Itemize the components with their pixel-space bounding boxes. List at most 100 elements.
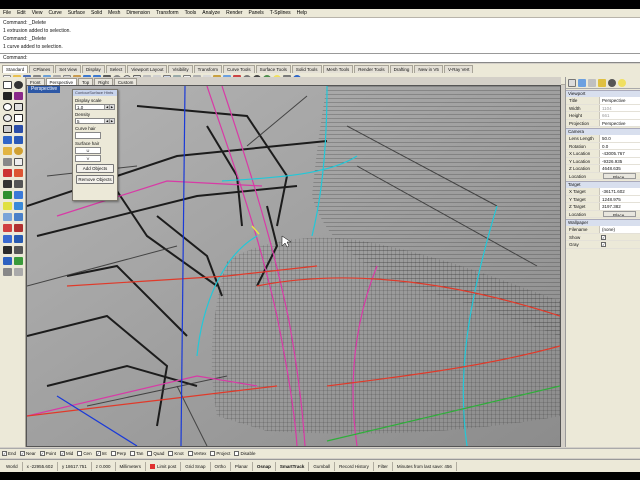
osnap-checkbox[interactable]: ✓ — [39, 451, 45, 456]
box-icon[interactable] — [3, 147, 12, 155]
osnap-near[interactable]: ✓ Near — [20, 451, 36, 456]
dimension-icon[interactable] — [3, 257, 12, 265]
help-panel-icon[interactable] — [598, 79, 606, 87]
osnap-tan[interactable]: Tan — [130, 451, 143, 456]
prop-yloc-value[interactable]: -9326.935 — [599, 157, 640, 164]
tab-select[interactable]: Select — [105, 65, 127, 73]
osnap-disable[interactable]: Disable — [234, 451, 255, 456]
rectangle-icon[interactable] — [14, 114, 23, 122]
menu-help[interactable]: Help — [297, 10, 307, 16]
render-preview-icon[interactable] — [3, 268, 12, 276]
record-history-toggle[interactable]: Record History — [335, 461, 374, 471]
tab-solid-tools[interactable]: Solid Tools — [291, 65, 322, 73]
camera-section-header[interactable]: Camera — [566, 128, 640, 135]
viewport-section-header[interactable]: Viewport — [566, 90, 640, 97]
tab-cplanes[interactable]: CPlanes — [29, 65, 55, 73]
prop-zloc-value[interactable]: 4648.635 — [599, 165, 640, 172]
target-section-header[interactable]: Target — [566, 181, 640, 188]
curve-hair-swatch[interactable] — [75, 132, 101, 139]
tab-custom[interactable]: Custom — [113, 78, 138, 85]
target-place-button[interactable]: Place... — [603, 210, 636, 217]
analyze-icon[interactable] — [14, 257, 23, 265]
osnap-checkbox[interactable]: ✓ — [2, 451, 7, 456]
osnap-checkbox[interactable] — [110, 451, 116, 456]
tab-surface-tools[interactable]: Surface Tools — [255, 65, 291, 73]
array-icon[interactable] — [14, 235, 23, 243]
tab-new-in-v5[interactable]: New in V5 — [414, 65, 443, 73]
surface-hair-v-swatch[interactable]: V — [75, 155, 101, 162]
osnap-point[interactable]: ✓ Point — [39, 451, 56, 456]
density-value[interactable]: 5 — [77, 119, 104, 124]
prop-xloc-value[interactable]: -43005.767 — [599, 150, 640, 157]
point-icon[interactable] — [14, 81, 23, 89]
prop-filename-value[interactable]: (none) — [599, 226, 640, 233]
tab-viewport-layout[interactable]: Viewport Layout — [127, 65, 168, 73]
move-icon[interactable] — [3, 213, 12, 221]
osnap-checkbox[interactable] — [234, 451, 240, 456]
object-properties-icon[interactable] — [568, 79, 576, 87]
gray-checkbox[interactable]: ✓ — [601, 242, 606, 248]
tab-front[interactable]: Front — [26, 78, 45, 85]
osnap-vertex[interactable]: Vertex — [187, 451, 206, 456]
osnap-checkbox[interactable]: ✓ — [60, 451, 66, 456]
prop-lens-value[interactable]: 50.0 — [599, 135, 640, 142]
menu-file[interactable]: File — [3, 10, 11, 16]
osnap-checkbox[interactable]: ✓ — [95, 451, 101, 456]
density-field[interactable]: 5 ◀ ▶ — [75, 118, 115, 124]
grid-icon[interactable] — [14, 268, 23, 276]
gumball-toggle[interactable]: Gumball — [309, 461, 336, 471]
osnap-checkbox[interactable] — [187, 451, 193, 456]
freeform-icon[interactable] — [14, 125, 23, 133]
prop-title-value[interactable]: Perspective — [599, 97, 640, 104]
status-layer[interactable]: Limit post — [146, 461, 182, 471]
status-units[interactable]: Millimeters — [116, 461, 147, 471]
prop-projection-select[interactable]: Perspective — [599, 119, 640, 126]
menu-edit[interactable]: Edit — [17, 10, 26, 16]
group-icon[interactable] — [14, 202, 23, 210]
command-line[interactable]: Command: — [0, 54, 640, 63]
tab-right[interactable]: Right — [94, 78, 113, 85]
tab-set-view[interactable]: Set View — [55, 65, 81, 73]
menu-view[interactable]: View — [32, 10, 43, 16]
menu-surface[interactable]: Surface — [68, 10, 85, 16]
tab-perspective[interactable]: Perspective — [45, 78, 78, 85]
materials-icon[interactable] — [608, 79, 616, 87]
join-icon[interactable] — [14, 191, 23, 199]
menu-curve[interactable]: Curve — [48, 10, 61, 16]
show-checkbox[interactable]: ✓ — [601, 234, 606, 240]
spin-up-icon[interactable]: ▶ — [109, 105, 114, 109]
osnap-project[interactable]: Project — [210, 451, 230, 456]
osnap-checkbox[interactable]: ✓ — [20, 451, 26, 456]
filter-toggle[interactable]: Filter — [374, 461, 393, 471]
display-icon[interactable] — [588, 79, 596, 87]
offset-icon[interactable] — [3, 180, 12, 188]
osnap-checkbox[interactable] — [210, 451, 216, 456]
smarttrack-toggle[interactable]: SmartTrack — [276, 461, 310, 471]
prop-ytarget-value[interactable]: 1248.975 — [599, 195, 640, 202]
trim-icon[interactable] — [14, 180, 23, 188]
osnap-quad[interactable]: Quad — [147, 451, 164, 456]
layers-icon[interactable] — [578, 79, 586, 87]
tab-curve-tools[interactable]: Curve Tools — [222, 65, 255, 73]
osnap-perp[interactable]: Perp — [110, 451, 126, 456]
surface-icon[interactable] — [3, 136, 12, 144]
osnap-checkbox[interactable] — [147, 451, 153, 456]
remove-objects-button[interactable]: Remove Objects — [76, 175, 114, 184]
osnap-end[interactable]: ✓ End — [2, 451, 16, 456]
osnap-int[interactable]: ✓ Int — [95, 451, 107, 456]
menu-solid[interactable]: Solid — [91, 10, 102, 16]
tab-vray[interactable]: V-Ray Vert — [443, 65, 474, 73]
dialog-title[interactable]: ContourSurface Hints — [73, 90, 117, 96]
mirror-icon[interactable] — [3, 235, 12, 243]
text-icon[interactable] — [14, 158, 23, 166]
menu-tools[interactable]: Tools — [185, 10, 197, 16]
menu-dimension[interactable]: Dimension — [126, 10, 150, 16]
polyline-icon[interactable] — [3, 92, 12, 100]
menu-analyze[interactable]: Analyze — [202, 10, 220, 16]
ellipse-icon[interactable] — [3, 114, 12, 122]
osnap-cen[interactable]: Cen — [77, 451, 92, 456]
scale-icon[interactable] — [14, 224, 23, 232]
chamfer-icon[interactable] — [14, 169, 23, 177]
camera-place-button[interactable]: Place... — [603, 172, 636, 179]
menu-render[interactable]: Render — [226, 10, 242, 16]
